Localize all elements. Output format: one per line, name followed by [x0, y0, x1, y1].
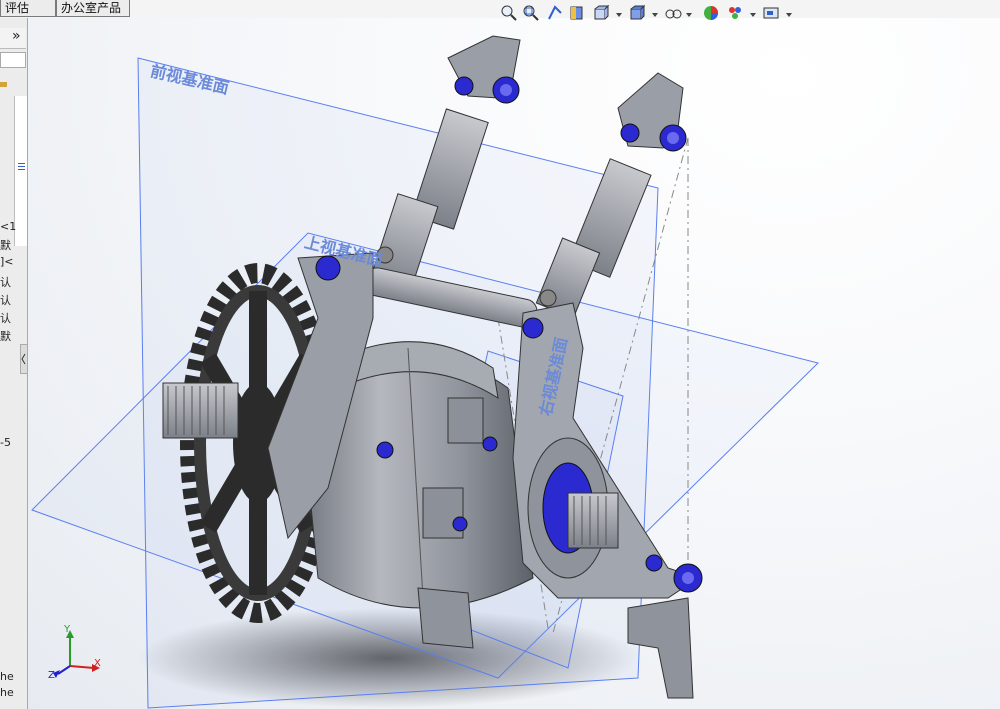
triad-z-label: Z	[48, 670, 55, 681]
panel-collapse-handle[interactable]	[20, 344, 27, 374]
tree-item-4[interactable]: 认	[0, 274, 11, 290]
tree-item-2[interactable]: 默	[0, 237, 11, 253]
chevron-down-icon[interactable]	[616, 13, 622, 17]
tree-item-5[interactable]: 认	[0, 292, 11, 308]
zoom-to-area-icon[interactable]	[522, 4, 540, 22]
tree-item-7[interactable]: 默	[0, 328, 11, 344]
tree-item-10[interactable]: he	[0, 686, 14, 699]
tab-evaluate[interactable]: 评估	[0, 0, 56, 17]
lower-mount-bracket	[417, 587, 474, 649]
view-triad	[53, 630, 100, 678]
filter-input[interactable]	[0, 52, 26, 68]
tab-office-products-label: 办公室产品	[61, 1, 122, 15]
chevron-down-icon[interactable]	[786, 13, 792, 17]
heads-up-view-toolbar	[500, 4, 800, 26]
display-style-icon[interactable]	[628, 4, 646, 22]
scroll-grip-icon	[18, 163, 25, 170]
panel-expand-button[interactable]: »	[0, 28, 26, 49]
view-settings-icon[interactable]	[762, 4, 780, 22]
graphics-area[interactable]: 前视基准面 上视基准面 右视基准面 Y X Z	[28, 18, 1000, 709]
feature-manager-panel: » <1 默 ]< 认 认 认 默 -5 he he	[0, 18, 28, 709]
tree-item-8[interactable]: -5	[0, 436, 11, 449]
view-orientation-icon[interactable]	[592, 4, 610, 22]
model-canvas[interactable]	[28, 18, 1000, 709]
chevron-down-icon[interactable]	[750, 13, 756, 17]
tree-item-9[interactable]: he	[0, 670, 14, 683]
triad-y-label: Y	[64, 624, 71, 635]
tab-office-products[interactable]: 办公室产品	[56, 0, 130, 17]
tree-item-3[interactable]: ]<	[0, 255, 14, 268]
hide-show-items-icon[interactable]	[664, 4, 682, 22]
apply-scene-icon[interactable]	[726, 4, 744, 22]
chevron-down-icon[interactable]	[652, 13, 658, 17]
zoom-to-fit-icon[interactable]	[500, 4, 518, 22]
collapse-arrow-icon	[21, 353, 26, 365]
triad-x-label: X	[94, 658, 101, 669]
tab-evaluate-label: 评估	[5, 1, 30, 15]
tree-item-icon	[0, 74, 8, 87]
expand-icon: »	[12, 28, 21, 44]
edit-appearance-icon[interactable]	[702, 4, 720, 22]
previous-view-icon[interactable]	[546, 4, 564, 22]
input-spline-shaft[interactable]	[162, 382, 239, 439]
chevron-down-icon[interactable]	[686, 13, 692, 17]
tree-item-1[interactable]: <1	[0, 220, 16, 233]
tree-item-6[interactable]: 认	[0, 310, 11, 326]
section-view-icon[interactable]	[568, 4, 586, 22]
